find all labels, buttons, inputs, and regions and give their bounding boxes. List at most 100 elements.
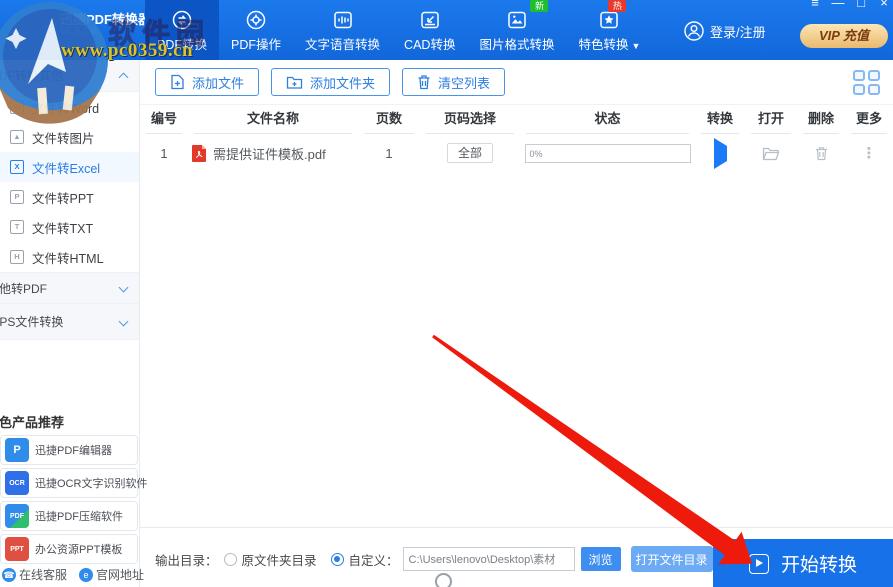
html-file-icon: H [10, 250, 24, 264]
promo-label: 迅捷OCR文字识别软件 [35, 478, 148, 490]
minimize-icon[interactable]: — [831, 0, 845, 10]
radio-custom[interactable] [330, 552, 344, 566]
add-folder-button[interactable]: 添加文件夹 [271, 68, 391, 96]
row-number: 1 [160, 145, 168, 161]
main-nav: PDF转换 PDF操作 文字语音转换 CAD转换 新 图片格式转换 热 特色转换… [145, 0, 652, 60]
sidebar-item-to-excel[interactable]: X 文件转Excel [0, 152, 139, 182]
radio-custom-label[interactable]: 自定义： [349, 550, 399, 569]
ppt-file-icon: P [10, 190, 24, 204]
promo-label: 迅捷PDF编辑器 [35, 445, 112, 457]
new-badge: 新 [530, 0, 549, 12]
group-label: WPS文件转换 [0, 315, 64, 329]
sidebar-group-pdf-to-other[interactable]: PDF转换其他 [0, 60, 139, 92]
sidebar-item-to-word[interactable]: W 文件转Word [0, 92, 139, 122]
nav-label: CAD转换 [404, 38, 456, 52]
col-convert: 转换 [701, 108, 739, 134]
col-open: 打开 [751, 108, 791, 134]
sidebar-group-other-to-pdf[interactable]: 其他转PDF [0, 272, 139, 304]
promo-ocr[interactable]: OCR 迅捷OCR文字识别软件 [0, 468, 147, 498]
nav-special-convert[interactable]: 热 特色转换 ▼ [566, 0, 652, 60]
close-icon[interactable]: × [877, 0, 891, 10]
nav-label: 文字语音转换 [305, 38, 381, 52]
sidebar-item-to-image[interactable]: ▲ 文件转图片 [0, 122, 139, 152]
more-options-button[interactable]: ⋮ [845, 144, 893, 162]
promo-pdf-editor[interactable]: P 迅捷PDF编辑器 [0, 435, 138, 465]
file-toolbar: 添加文件 添加文件夹 清空列表 [140, 60, 893, 105]
convert-play-button[interactable] [713, 137, 727, 169]
radio-original-label[interactable]: 原文件夹目录 [242, 550, 317, 569]
play-square-icon [748, 553, 769, 574]
group-label: 其他转PDF [0, 281, 48, 296]
hot-badge: 热 [608, 0, 627, 12]
user-icon [683, 20, 705, 42]
item-label: 文件转Excel [32, 161, 101, 176]
col-pages: 页数 [364, 108, 414, 134]
chevron-down-icon: ▼ [631, 41, 641, 51]
table-header-row: 编号 文件名称 页数 页码选择 状态 转换 打开 删除 更多 [140, 106, 893, 136]
col-page-select: 页码选择 [426, 108, 514, 134]
title-bar: 迅捷PDF转换器 v6.5.1.0 PDF转换 PDF操作 文字语音转换 CAD… [0, 0, 893, 60]
delete-button[interactable] [797, 146, 845, 161]
clear-list-button[interactable]: 清空列表 [402, 68, 506, 96]
col-number: 编号 [146, 108, 182, 134]
col-status: 状态 [526, 108, 689, 134]
sound-wave-icon [331, 7, 355, 33]
sidebar-group-wps-convert[interactable]: WPS文件转换 [0, 304, 139, 340]
open-file-dir-button[interactable]: 打开文件目录 [630, 546, 713, 572]
output-bar: 输出目录： 原文件夹目录 自定义： 浏览 打开文件目录 开始转换 [140, 527, 893, 587]
sidebar-footer: ☎ 在线客服 e 官网地址 [0, 566, 144, 583]
login-label: 登录/注册 [710, 24, 766, 40]
promo-pdf-compress[interactable]: PDF 迅捷PDF压缩软件 [0, 501, 138, 531]
nav-text-speech[interactable]: 文字语音转换 [293, 0, 392, 60]
nav-image-convert[interactable]: 新 图片格式转换 [467, 0, 566, 60]
add-file-button[interactable]: 添加文件 [155, 68, 260, 96]
nav-cad-convert[interactable]: CAD转换 [392, 0, 467, 60]
filename: 需提供证件模板.pdf [213, 146, 326, 162]
open-folder-button[interactable] [745, 146, 797, 161]
sidebar-item-to-ppt[interactable]: P 文件转PPT [0, 182, 139, 212]
login-register-button[interactable]: 登录/注册 [683, 20, 766, 42]
nav-pdf-convert[interactable]: PDF转换 [145, 0, 220, 60]
table-row: 1 需提供证件模板.pdf 1 全部 0% ⋮ [140, 137, 893, 169]
link-label: 在线客服 [19, 568, 68, 582]
window-controls: ≡ — □ × [808, 0, 891, 10]
cursor-ring [435, 573, 452, 587]
folder-plus-icon [286, 75, 303, 90]
word-file-icon: W [10, 100, 24, 114]
output-path-input[interactable] [402, 547, 575, 571]
vip-recharge-button[interactable]: VIP 充值 [800, 24, 888, 48]
nav-pdf-operate[interactable]: PDF操作 [219, 0, 293, 60]
cad-arrow-icon [418, 7, 442, 33]
chevron-down-icon [118, 316, 129, 327]
item-label: 文件转Word [32, 101, 100, 116]
browse-button[interactable]: 浏览 [580, 547, 621, 571]
headset-icon: ☎ [2, 567, 16, 582]
file-plus-icon [170, 74, 185, 90]
radio-original-folder[interactable] [223, 552, 237, 566]
menu-icon[interactable]: ≡ [808, 0, 822, 10]
page-count: 1 [385, 145, 393, 161]
pdf-compress-icon: PDF [5, 504, 29, 528]
promo-ppt-template[interactable]: PPT 办公资源PPT模板 [0, 534, 138, 564]
maximize-icon[interactable]: □ [854, 0, 868, 10]
page-select-button[interactable]: 全部 [447, 143, 493, 163]
promo-label: 迅捷PDF压缩软件 [35, 511, 123, 523]
ppt-template-icon: PPT [5, 537, 29, 561]
promo-header: 特色产品推荐 [0, 415, 65, 430]
button-label: 添加文件夹 [310, 75, 376, 91]
official-site-link[interactable]: e 官网地址 [79, 566, 144, 583]
button-label: 添加文件 [192, 75, 245, 91]
sidebar-item-to-txt[interactable]: T 文件转TXT [0, 212, 139, 242]
start-convert-button[interactable]: 开始转换 [713, 539, 893, 587]
gear-icon [244, 7, 268, 33]
ocr-icon: OCR [5, 471, 29, 495]
progress-label: 0% [529, 148, 543, 159]
online-service-link[interactable]: ☎ 在线客服 [2, 566, 67, 583]
excel-file-icon: X [10, 160, 24, 174]
sidebar-item-to-html[interactable]: H 文件转HTML [0, 242, 139, 272]
output-dir-label: 输出目录： [155, 553, 218, 568]
progress-bar: 0% [524, 143, 691, 163]
chevron-down-icon [118, 282, 129, 293]
button-label: 清空列表 [438, 75, 491, 91]
grid-view-toggle[interactable] [853, 70, 881, 96]
